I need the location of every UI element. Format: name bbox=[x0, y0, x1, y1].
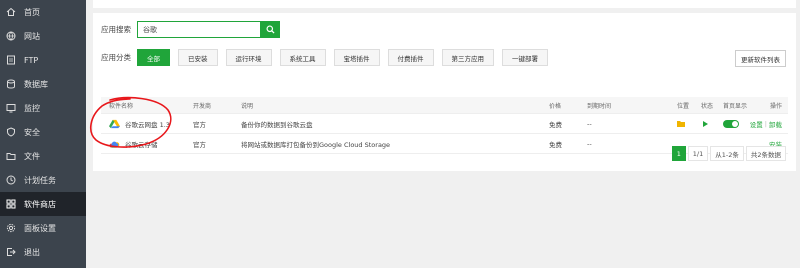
sidebar-item-label: FTP bbox=[24, 55, 39, 65]
sidebar-item-label: 文件 bbox=[24, 151, 40, 161]
header-home-display: 首页显示 bbox=[723, 102, 748, 110]
sidebar-item-label: 监控 bbox=[24, 103, 40, 113]
sidebar-item-files[interactable]: 文件 bbox=[0, 144, 86, 168]
app-expiry: -- bbox=[587, 119, 592, 128]
search-label: 应用搜索 bbox=[101, 25, 131, 34]
app-expiry: -- bbox=[587, 139, 592, 148]
sidebar-item-database[interactable]: 数据库 bbox=[0, 72, 86, 96]
globe-icon bbox=[6, 31, 16, 41]
header-position: 位置 bbox=[677, 102, 690, 110]
category-row: 应用分类 全部 已安装 运行环境 系统工具 宝塔插件 付费插件 第三方应用 一键… bbox=[101, 49, 556, 66]
category-one-click[interactable]: 一键部署 bbox=[502, 49, 548, 66]
grid-icon bbox=[6, 199, 16, 209]
sidebar: 首页 网站 FTP 数据库 监控 安全 文件 计划任务 软件商店 面板设置 退出 bbox=[0, 0, 86, 268]
category-installed[interactable]: 已安装 bbox=[178, 49, 218, 66]
page-count: 1/1 bbox=[687, 146, 709, 161]
sidebar-item-cron[interactable]: 计划任务 bbox=[0, 168, 86, 192]
search-row: 应用搜索 bbox=[101, 21, 280, 38]
category-paid-plugins[interactable]: 付费插件 bbox=[387, 49, 434, 66]
sidebar-item-home[interactable]: 首页 bbox=[0, 0, 86, 24]
update-software-list-button[interactable]: 更新软件列表 bbox=[735, 50, 786, 67]
database-icon bbox=[6, 79, 16, 89]
logout-icon bbox=[6, 247, 16, 257]
sidebar-item-label: 数据库 bbox=[24, 79, 48, 89]
home-icon bbox=[6, 7, 16, 17]
home-display-toggle[interactable] bbox=[723, 119, 739, 128]
status-running[interactable] bbox=[701, 114, 708, 133]
sidebar-item-label: 安全 bbox=[24, 127, 40, 137]
folder-icon bbox=[677, 121, 685, 127]
sidebar-item-settings[interactable]: 面板设置 bbox=[0, 216, 86, 240]
category-bt-plugins[interactable]: 宝塔插件 bbox=[333, 49, 380, 66]
app-price: 免费 bbox=[549, 140, 562, 149]
search-icon bbox=[265, 25, 275, 34]
app-developer: 官方 bbox=[193, 120, 206, 129]
top-panel-strip bbox=[93, 0, 796, 8]
google-drive-icon bbox=[109, 119, 120, 128]
header-description: 说明 bbox=[241, 102, 254, 110]
header-price: 价格 bbox=[549, 102, 562, 110]
page-total: 共2条数据 bbox=[745, 146, 786, 161]
action-separator: | bbox=[764, 119, 767, 128]
uninstall-link[interactable]: 卸载 bbox=[769, 119, 782, 129]
header-developer: 开发商 bbox=[193, 102, 212, 110]
page-current[interactable]: 1 bbox=[671, 146, 686, 161]
sidebar-item-logout[interactable]: 退出 bbox=[0, 240, 86, 264]
play-icon bbox=[703, 120, 708, 127]
app-developer: 官方 bbox=[193, 140, 206, 149]
sidebar-item-store[interactable]: 软件商店 bbox=[0, 192, 86, 216]
table-row: 谷歌云网盘 1.3 官方 备份你的数据到谷歌云盘 免费 -- 设置 | 卸载 bbox=[101, 114, 788, 134]
sidebar-item-label: 网站 bbox=[24, 31, 40, 41]
sidebar-item-label: 退出 bbox=[24, 247, 40, 257]
header-status: 状态 bbox=[701, 102, 714, 110]
ftp-icon bbox=[6, 55, 16, 65]
category-all[interactable]: 全部 bbox=[137, 49, 170, 66]
header-name: 软件名称 bbox=[109, 102, 134, 110]
search-input[interactable] bbox=[137, 21, 260, 38]
sidebar-item-monitor[interactable]: 监控 bbox=[0, 96, 86, 120]
open-folder-button[interactable] bbox=[677, 114, 685, 133]
category-system-tools[interactable]: 系统工具 bbox=[279, 49, 326, 66]
clock-icon bbox=[6, 175, 16, 185]
settings-link[interactable]: 设置 bbox=[750, 119, 763, 129]
sidebar-item-security[interactable]: 安全 bbox=[0, 120, 86, 144]
sidebar-item-label: 首页 bbox=[24, 7, 40, 17]
folder-icon bbox=[6, 151, 16, 161]
app-price: 免费 bbox=[549, 120, 562, 129]
app-description: 备份你的数据到谷歌云盘 bbox=[241, 120, 313, 129]
gear-icon bbox=[6, 223, 16, 233]
header-expiry: 到期时间 bbox=[587, 102, 612, 110]
shield-icon bbox=[6, 127, 16, 137]
page-range: 从1-2条 bbox=[710, 146, 744, 161]
search-button[interactable] bbox=[260, 21, 280, 38]
monitor-icon bbox=[6, 103, 16, 113]
table-header: 软件名称 开发商 说明 价格 到期时间 位置 状态 首页显示 操作 bbox=[101, 97, 788, 114]
software-store-panel: 应用搜索 应用分类 全部 已安装 运行环境 系统工具 宝塔插件 付费插件 第三方… bbox=[93, 13, 796, 171]
sidebar-item-label: 计划任务 bbox=[24, 175, 56, 185]
app-name[interactable]: 谷歌云存储 bbox=[125, 139, 158, 149]
sidebar-item-ftp[interactable]: FTP bbox=[0, 48, 86, 72]
header-action: 操作 bbox=[769, 102, 782, 110]
category-label: 应用分类 bbox=[101, 53, 131, 62]
app-description: 将网站或数据库打包备份到Google Cloud Storage bbox=[241, 140, 391, 149]
category-runtime[interactable]: 运行环境 bbox=[225, 49, 272, 66]
sidebar-item-website[interactable]: 网站 bbox=[0, 24, 86, 48]
sidebar-item-label: 面板设置 bbox=[24, 223, 56, 233]
pagination: 1 1/1 从1-2条 共2条数据 bbox=[670, 146, 786, 161]
sidebar-item-label: 软件商店 bbox=[24, 199, 56, 209]
category-third-party[interactable]: 第三方应用 bbox=[441, 49, 494, 66]
google-cloud-icon bbox=[109, 141, 120, 148]
app-name[interactable]: 谷歌云网盘 1.3 bbox=[125, 119, 170, 129]
